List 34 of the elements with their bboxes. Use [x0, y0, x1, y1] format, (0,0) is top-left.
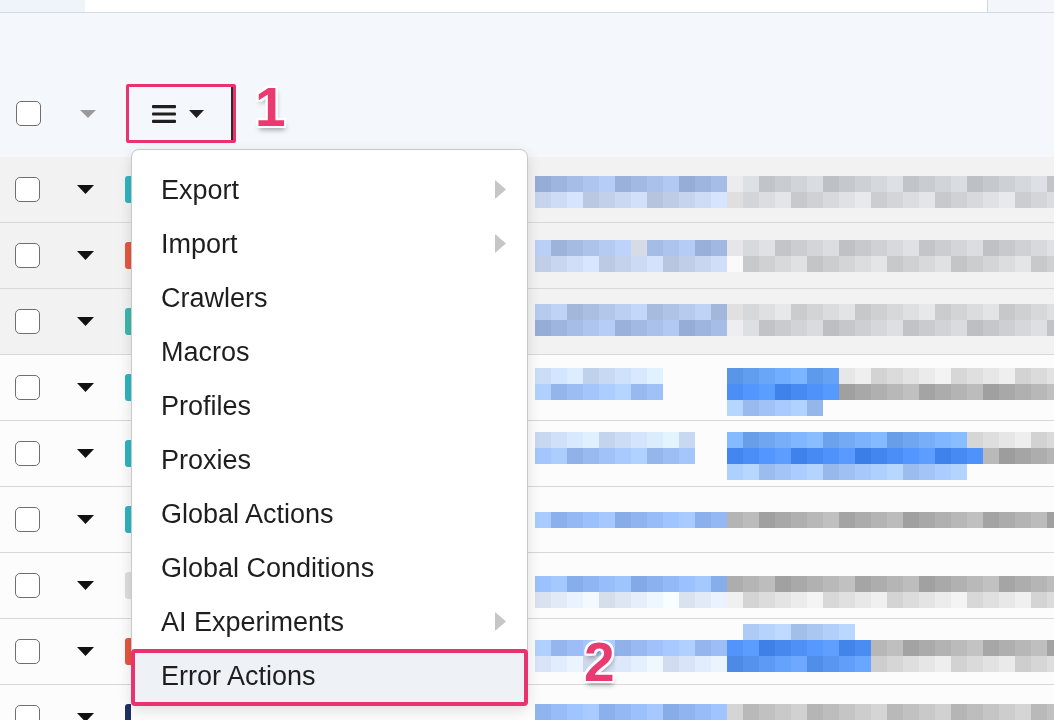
checkbox[interactable] [15, 243, 40, 268]
checkbox[interactable] [15, 507, 40, 532]
menu-icon [152, 103, 176, 124]
menu-item[interactable]: Profiles [132, 379, 527, 433]
checkbox[interactable] [16, 101, 41, 126]
checkbox[interactable] [15, 441, 40, 466]
submenu-arrow-icon [495, 180, 506, 199]
caret-icon[interactable] [77, 581, 94, 590]
checkbox[interactable] [15, 639, 40, 664]
menu-item[interactable]: Crawlers [132, 271, 527, 325]
caret-icon[interactable] [77, 515, 94, 524]
callout-number: 1 [255, 80, 286, 135]
caret-icon[interactable] [77, 449, 94, 458]
caret-icon[interactable] [77, 383, 94, 392]
menu-item[interactable]: AI Experiments [132, 595, 527, 649]
menu-item[interactable]: Export [132, 163, 527, 217]
caret-icon[interactable] [77, 317, 94, 326]
menu-item[interactable]: Proxies [132, 433, 527, 487]
menu-item[interactable]: Global Conditions [132, 541, 527, 595]
checkbox[interactable] [15, 573, 40, 598]
menu-item[interactable]: Macros [132, 325, 527, 379]
submenu-arrow-icon [495, 612, 506, 631]
caret-icon[interactable] [77, 713, 94, 720]
submenu-arrow-icon [495, 234, 506, 253]
checkbox[interactable] [15, 375, 40, 400]
menu-item[interactable]: Import [132, 217, 527, 271]
menu-item[interactable]: Global Actions [132, 487, 527, 541]
caret-icon[interactable] [77, 647, 94, 656]
caret-icon [189, 109, 204, 118]
caret-icon[interactable] [77, 251, 94, 260]
callout-number: 2 [584, 635, 615, 690]
checkbox[interactable] [15, 177, 40, 202]
caret-icon[interactable] [77, 185, 94, 194]
checkbox[interactable] [15, 309, 40, 334]
